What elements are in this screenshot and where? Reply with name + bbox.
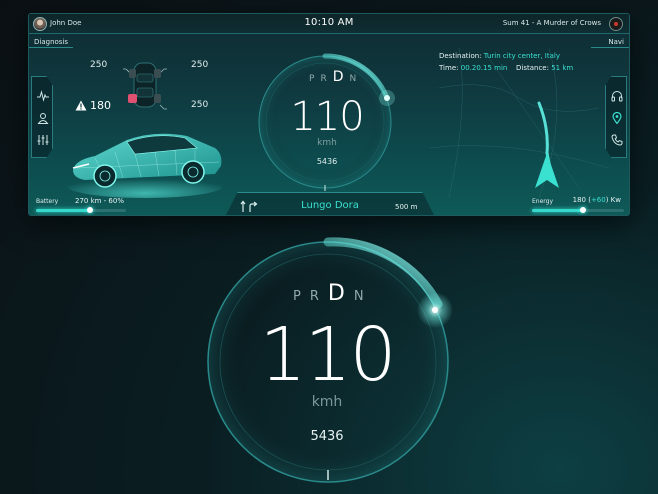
time-value: 00.20.15 min [460,64,508,72]
battery-value: 270 km - 60% [75,197,124,205]
pulse-icon[interactable] [36,89,50,103]
dashboard-panel: John Doe 10:10 AM Sum 41 - A Murder of C… [28,13,630,216]
battery-label: Battery [36,198,59,205]
destination-value[interactable]: Turin city center, Italy [484,52,560,60]
energy-bar-fill [532,209,583,212]
energy-label: Energy [532,198,554,205]
gear-selector-small: PRDN [309,69,362,85]
destination-label: Destination: [439,52,482,60]
speed-unit-small: kmh [317,138,337,148]
gear-p[interactable]: P [309,74,320,84]
nav-arrow-icon [535,153,559,188]
headphones-icon[interactable] [610,89,624,103]
battery-bar [36,207,126,213]
gear-selector-large: PRDN [293,281,373,306]
diagnosis-label[interactable]: Diagnosis [34,38,68,46]
energy-value-main: 180 ( [572,196,591,204]
tire-front-left-value: 250 [90,60,108,70]
odometer-large: 5436 [310,429,344,444]
gear-r[interactable]: R [320,74,332,84]
phone-icon[interactable] [610,133,624,147]
odometer-small: 5436 [316,157,338,166]
speed-value-small: 110 [290,94,364,140]
navi-label[interactable]: Navi [608,38,624,46]
distance-row: Distance: 51 km [516,64,573,72]
gear-p-large[interactable]: P [293,289,310,304]
top-bar: John Doe 10:10 AM Sum 41 - A Murder of C… [29,14,629,34]
speed-unit-large: kmh [311,394,343,410]
distance-label: Distance: [516,64,549,72]
user-icon[interactable] [36,111,50,125]
now-playing-track[interactable]: Sum 41 - A Murder of Crows [503,19,601,27]
distance-value: 51 km [551,64,574,72]
energy-unit: ) Kw [605,196,621,204]
album-art-icon[interactable] [609,17,623,31]
energy-value: 180 (+60) Kw [573,196,621,204]
left-nav-tab [31,76,53,158]
sliders-icon[interactable] [36,133,50,147]
car-hologram-icon [67,133,223,198]
location-pin-icon[interactable] [610,111,624,125]
energy-bar-knob [579,207,586,213]
gear-d-selected[interactable]: D [333,69,350,85]
car-top-view-icon [123,62,167,110]
tire-rear-right-value: 250 [191,100,209,110]
destination-row: Destination: Turin city center, Italy [439,52,560,60]
gear-d-selected-large[interactable]: D [328,281,354,306]
time-row: Time: 00.20.15 min [439,64,507,72]
energy-bar [532,207,624,213]
tire-warning: 180 [75,99,111,112]
diagnosis-divider [29,47,73,48]
battery-bar-knob [87,207,93,213]
tire-rear-left-value: 180 [90,99,111,112]
street-distance: 500 m [395,203,418,211]
gear-n-large[interactable]: N [354,289,373,304]
time-label: Time: [439,64,459,72]
tire-front-right-value: 250 [191,60,209,70]
warning-icon [75,100,87,111]
speed-value-large: 110 [259,312,396,398]
energy-delta: +60 [590,196,606,204]
gear-n[interactable]: N [349,74,362,84]
battery-bar-fill [36,209,90,212]
gear-r-large[interactable]: R [310,289,328,304]
